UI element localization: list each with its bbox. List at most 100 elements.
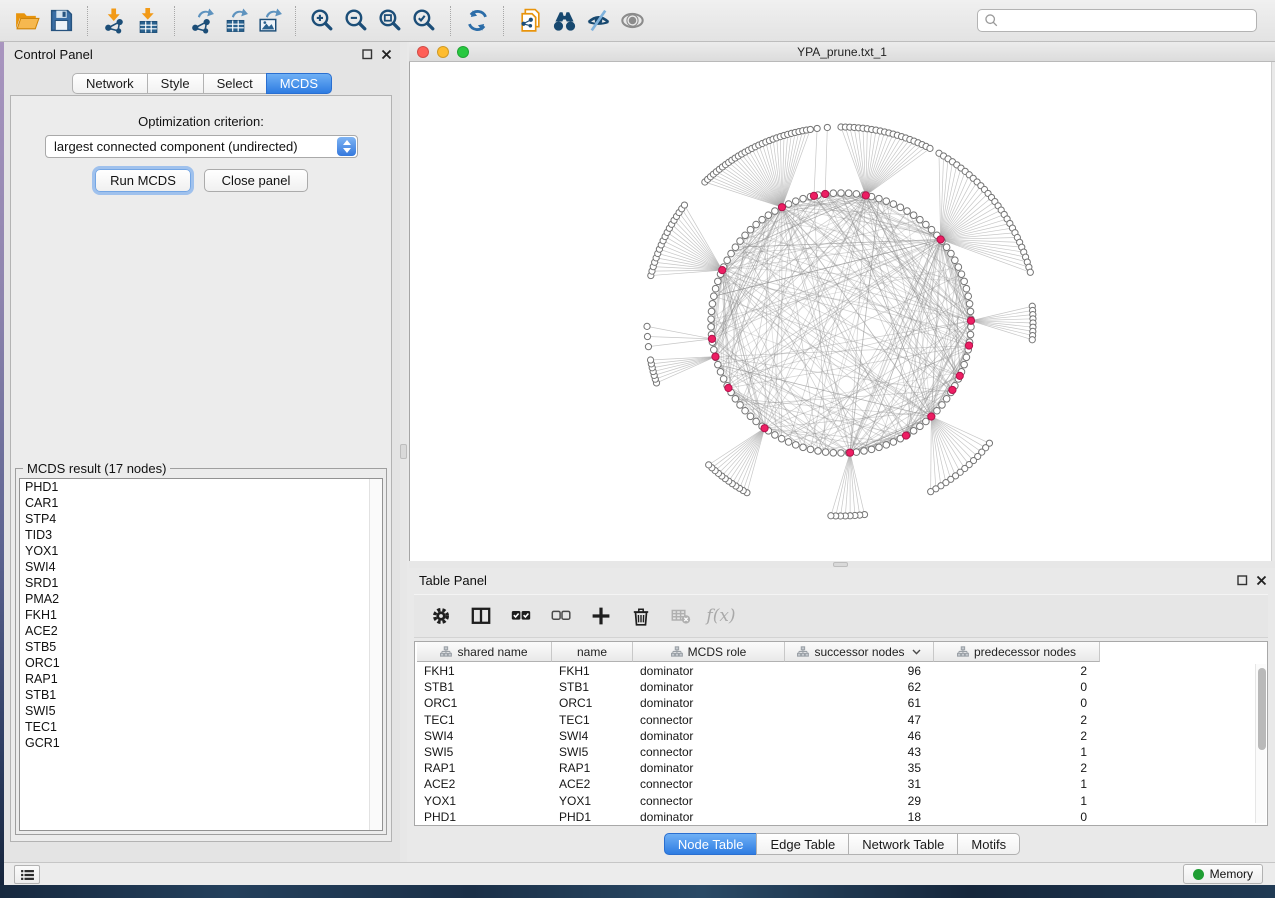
table-cell: YOX1 — [417, 794, 552, 808]
column-header-shared-name[interactable]: shared name — [417, 642, 552, 662]
vertical-splitter-handle[interactable] — [400, 444, 407, 459]
tab-node-table[interactable]: Node Table — [664, 833, 758, 855]
mcds-result-item[interactable]: ACE2 — [20, 623, 382, 639]
memory-button[interactable]: Memory — [1183, 864, 1263, 884]
search-icon — [984, 13, 999, 28]
save-session-button[interactable] — [44, 4, 78, 38]
table-cell: ORC1 — [417, 696, 552, 710]
table-row[interactable]: ACE2ACE2connector311 — [415, 776, 1253, 792]
hide-graphics-details-button[interactable] — [581, 4, 615, 38]
table-cell: 35 — [785, 761, 934, 775]
mcds-result-item[interactable]: PMA2 — [20, 591, 382, 607]
search-field[interactable] — [977, 9, 1257, 32]
table-cell: 61 — [785, 696, 934, 710]
mcds-result-list[interactable]: PHD1CAR1STP4TID3YOX1SWI4SRD1PMA2FKH1ACE2… — [19, 478, 383, 831]
network-window-titlebar[interactable]: YPA_prune.txt_1 — [409, 42, 1275, 62]
network-canvas[interactable] — [409, 62, 1272, 561]
mcds-result-item[interactable]: SRD1 — [20, 575, 382, 591]
mcds-result-item[interactable]: FKH1 — [20, 607, 382, 623]
zoom-in-button[interactable] — [305, 4, 339, 38]
unselect-all-columns-button[interactable] — [550, 605, 572, 627]
function-builder-button: f(x) — [710, 605, 732, 627]
show-task-history-button[interactable] — [14, 865, 40, 884]
table-row[interactable]: TEC1TEC1connector472 — [415, 712, 1253, 728]
table-scrollbar-thumb[interactable] — [1258, 668, 1266, 750]
mcds-result-item[interactable]: GCR1 — [20, 735, 382, 751]
export-image-button[interactable] — [252, 4, 286, 38]
shared-column-icon — [440, 646, 452, 657]
create-column-button[interactable] — [590, 605, 612, 627]
table-cell: TEC1 — [552, 713, 633, 727]
close-panel-button[interactable]: Close panel — [204, 169, 308, 192]
open-file-button[interactable] — [10, 4, 44, 38]
table-row[interactable]: PHD1PHD1dominator180 — [415, 809, 1253, 825]
mcds-result-item[interactable]: STB1 — [20, 687, 382, 703]
mcds-result-item[interactable]: PHD1 — [20, 479, 382, 495]
delete-columns-button[interactable] — [630, 605, 652, 627]
mcds-result-item[interactable]: STP4 — [20, 511, 382, 527]
table-row[interactable]: SWI4SWI4dominator462 — [415, 728, 1253, 744]
find-button[interactable] — [547, 4, 581, 38]
zoom-selected-button[interactable] — [407, 4, 441, 38]
close-panel-icon[interactable] — [1256, 575, 1267, 586]
delete-table-button — [670, 605, 692, 627]
tab-select[interactable]: Select — [203, 73, 267, 94]
network-document-button[interactable] — [513, 4, 547, 38]
table-panel: Table Panel f(x) shared namenameMCDS rol… — [409, 568, 1275, 862]
table-scrollbar[interactable] — [1255, 664, 1266, 823]
run-mcds-button[interactable]: Run MCDS — [95, 169, 191, 192]
table-settings-button[interactable] — [430, 605, 452, 627]
float-panel-icon[interactable] — [362, 49, 373, 60]
tab-style[interactable]: Style — [147, 73, 204, 94]
tab-network[interactable]: Network — [72, 73, 148, 94]
table-row[interactable]: RAP1RAP1dominator352 — [415, 760, 1253, 776]
export-network-button[interactable] — [184, 4, 218, 38]
tab-edge-table[interactable]: Edge Table — [756, 833, 849, 855]
zoom-out-button[interactable] — [339, 4, 373, 38]
mcds-result-item[interactable]: RAP1 — [20, 671, 382, 687]
show-column-button[interactable] — [470, 605, 492, 627]
import-table-button[interactable] — [131, 4, 165, 38]
mcds-result-item[interactable]: ORC1 — [20, 655, 382, 671]
tab-motifs[interactable]: Motifs — [957, 833, 1020, 855]
show-graphics-details-button[interactable] — [615, 4, 649, 38]
horizontal-splitter[interactable] — [409, 561, 1275, 568]
table-row[interactable]: ORC1ORC1dominator610 — [415, 695, 1253, 711]
mcds-result-item[interactable]: YOX1 — [20, 543, 382, 559]
vertical-splitter[interactable] — [400, 42, 407, 862]
column-header-name[interactable]: name — [552, 642, 633, 662]
column-header-MCDS-role[interactable]: MCDS role — [633, 642, 785, 662]
mcds-result-item[interactable]: TEC1 — [20, 719, 382, 735]
horizontal-splitter-handle[interactable] — [833, 562, 848, 567]
table-row[interactable]: SWI5SWI5connector431 — [415, 744, 1253, 760]
optimization-criterion-select[interactable]: largest connected component (undirected) — [45, 135, 358, 158]
mcds-result-item[interactable]: SWI5 — [20, 703, 382, 719]
main-toolbar — [0, 0, 1275, 42]
node-table[interactable]: shared namenameMCDS rolesuccessor nodesp… — [414, 641, 1268, 826]
column-header-predecessor-nodes[interactable]: predecessor nodes — [934, 642, 1100, 662]
search-input[interactable] — [1003, 14, 1250, 28]
desktop-wallpaper-bottom — [0, 885, 1275, 898]
network-graph[interactable] — [410, 62, 1273, 561]
mcds-result-item[interactable]: STB5 — [20, 639, 382, 655]
zoom-fit-button[interactable] — [373, 4, 407, 38]
zoom-in-icon — [309, 7, 336, 34]
close-panel-icon[interactable] — [381, 49, 392, 60]
tab-network-table[interactable]: Network Table — [848, 833, 958, 855]
table-cell: dominator — [633, 664, 785, 678]
table-row[interactable]: STB1STB1dominator620 — [415, 679, 1253, 695]
mcds-result-item[interactable]: CAR1 — [20, 495, 382, 511]
tab-mcds[interactable]: MCDS — [266, 73, 332, 94]
export-table-button[interactable] — [218, 4, 252, 38]
table-row[interactable]: YOX1YOX1connector291 — [415, 793, 1253, 809]
table-panel-title: Table Panel — [419, 573, 487, 588]
import-network-button[interactable] — [97, 4, 131, 38]
float-panel-icon[interactable] — [1237, 575, 1248, 586]
mcds-list-scrollbar[interactable] — [369, 479, 382, 830]
select-all-columns-button[interactable] — [510, 605, 532, 627]
mcds-result-item[interactable]: TID3 — [20, 527, 382, 543]
table-row[interactable]: FKH1FKH1dominator962 — [415, 663, 1253, 679]
refresh-view-button[interactable] — [460, 4, 494, 38]
mcds-result-item[interactable]: SWI4 — [20, 559, 382, 575]
column-header-successor-nodes[interactable]: successor nodes — [785, 642, 934, 662]
